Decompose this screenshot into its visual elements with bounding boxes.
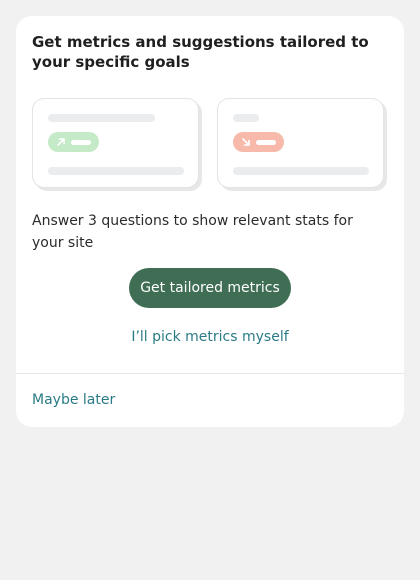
trend-up-pill: [48, 132, 99, 152]
arrow-down-right-icon: [242, 138, 250, 146]
placeholder-line: [233, 167, 369, 175]
maybe-later-link[interactable]: Maybe later: [32, 392, 115, 408]
placeholder-line: [48, 167, 184, 175]
preview-card-negative: [217, 98, 384, 188]
arrow-up-right-icon: [57, 138, 65, 146]
placeholder-value: [256, 139, 276, 145]
metrics-suggestion-card: Get metrics and suggestions tailored to …: [16, 16, 404, 427]
card-title: Get metrics and suggestions tailored to …: [32, 33, 369, 71]
trend-down-pill: [233, 132, 284, 152]
preview-card-positive: [32, 98, 199, 188]
placeholder-value: [71, 139, 91, 145]
card-description: Answer 3 questions to show relevant stat…: [32, 213, 353, 251]
divider: [16, 373, 404, 374]
get-tailored-metrics-button[interactable]: Get tailored metrics: [129, 268, 291, 308]
placeholder-line: [233, 114, 259, 122]
placeholder-line: [48, 114, 155, 122]
pick-metrics-myself-link[interactable]: I’ll pick metrics myself: [16, 329, 404, 345]
